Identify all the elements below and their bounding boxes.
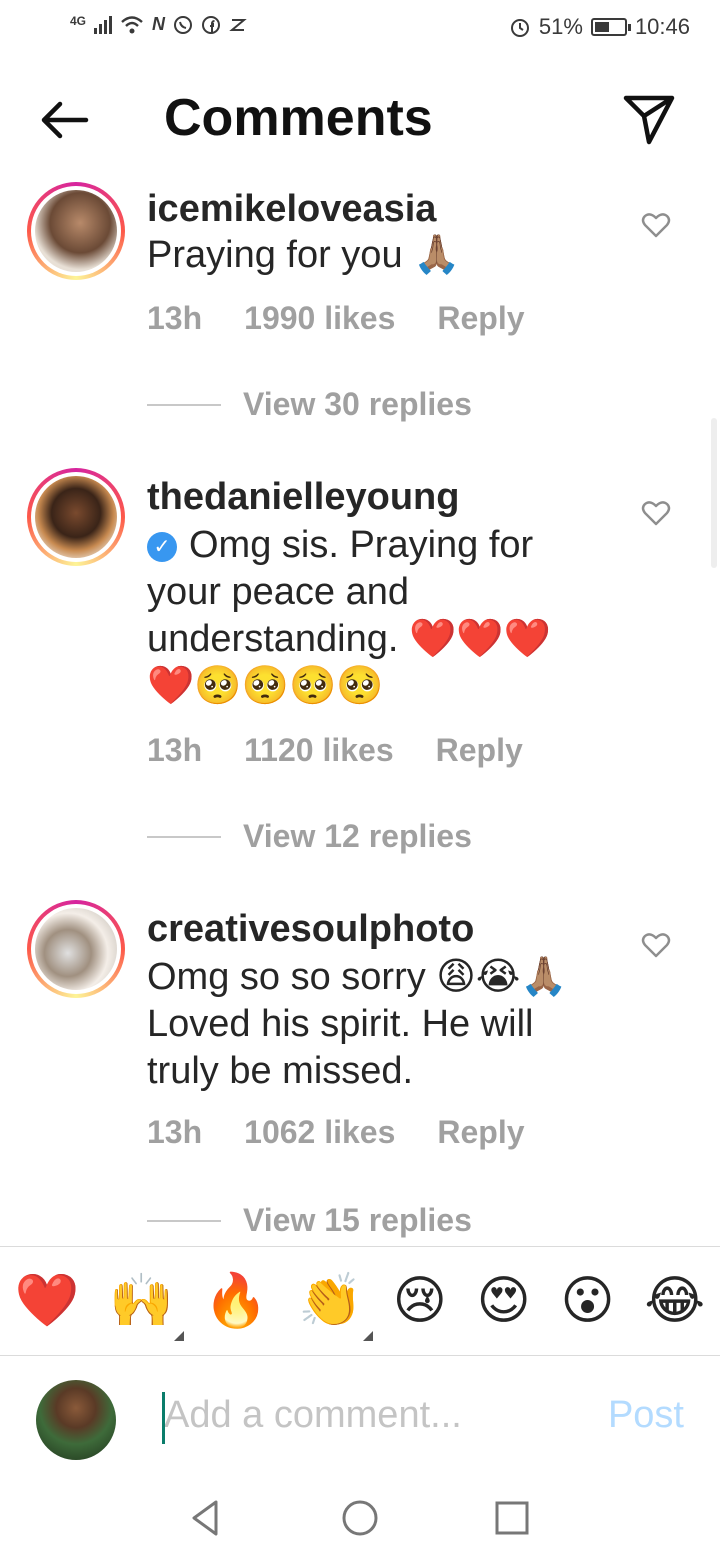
comment-time: 13h [147,732,203,768]
emoji-laughing-button[interactable]: 😂 [644,1271,705,1331]
comment-composer: Add a comment... Post [0,1358,720,1478]
comment-meta: 13h 1062 likes Reply [147,1114,567,1151]
battery-percent: 51% [538,14,583,39]
emoji-fire-button[interactable]: 🔥 [204,1271,269,1331]
avatar[interactable] [27,900,125,998]
comment-likes[interactable]: 1990 likes [244,300,395,336]
emoji-clap-button[interactable]: 👏 [298,1271,373,1341]
avatar-image [35,190,117,272]
network-label: 4G [70,14,87,28]
wifi-icon [121,15,143,33]
comment-text: Omg so so sorry 😩😭🙏🏽 Loved his spirit. H… [147,956,568,1092]
skin-tone-indicator-icon [174,1331,185,1341]
emoji-heart-eyes-button[interactable]: 😍 [477,1271,531,1331]
back-triangle-icon[interactable] [186,1498,226,1538]
reply-button[interactable]: Reply [437,300,524,336]
scrollbar[interactable] [711,418,717,568]
divider-line [147,1219,221,1222]
comment-username[interactable]: icemikeloveasia [147,188,436,231]
reply-button[interactable]: Reply [436,732,523,768]
clock: 10:46 [634,14,690,39]
status-left: 4G N [70,14,247,35]
emoji-raised-hands-button[interactable]: 🙌 [109,1271,185,1341]
n-icon: N [152,14,166,34]
view-replies-label[interactable]: View 15 replies [243,1202,472,1239]
heart-icon[interactable] [641,930,671,960]
verified-badge-icon: ✓ [147,531,177,562]
comment-username[interactable]: thedanielleyoung [147,476,459,519]
comment-username[interactable]: creativesoulphoto [147,908,474,951]
paper-plane-icon[interactable] [622,92,676,146]
system-nav-bar [0,1478,720,1560]
divider-line [147,403,221,406]
reply-button[interactable]: Reply [437,1114,524,1150]
comment-time: 13h [147,1114,203,1150]
view-replies-label[interactable]: View 30 replies [243,386,472,423]
whatsapp-icon [174,15,193,34]
comment-text: Praying for you 🙏🏽 [147,234,461,276]
status-right: 51% 10:46 [509,14,690,40]
avatar-image [35,476,117,558]
recents-square-icon[interactable] [492,1498,532,1538]
avatar[interactable] [27,468,125,566]
heart-icon[interactable] [641,498,671,528]
comment-time: 13h [147,300,203,336]
view-replies[interactable]: View 15 replies [147,1202,472,1239]
emoji-heart-button[interactable]: ❤️ [15,1271,80,1331]
emoji-crying-button[interactable]: 😢 [393,1271,447,1331]
comment-text-block: ✓ Omg sis. Praying for your peace and und… [147,522,587,710]
heart-icon[interactable] [641,210,671,240]
emoji-surprised-button[interactable]: 😮 [560,1271,614,1331]
comment-meta: 13h 1990 likes Reply [147,300,567,337]
divider-line [147,835,221,838]
comment-text: Omg sis. Praying for your peace and unde… [147,524,551,707]
comment-input[interactable]: Add a comment... [164,1394,462,1437]
view-replies-label[interactable]: View 12 replies [243,818,472,855]
emoji-clap-label: 👏 [298,1272,363,1330]
comment-likes[interactable]: 1062 likes [244,1114,395,1150]
alarm-icon [510,19,529,37]
post-button[interactable]: Post [608,1394,684,1437]
emoji-raised-hands-label: 🙌 [109,1272,175,1330]
view-replies[interactable]: View 12 replies [147,818,472,855]
avatar[interactable] [27,182,125,280]
comment-item: icemikeloveasia Praying for you 🙏🏽 13h 19… [0,180,720,430]
app-icon [229,18,247,31]
home-circle-icon[interactable] [340,1498,380,1538]
header: Comments [0,70,720,170]
text-cursor [162,1392,165,1444]
user-avatar[interactable] [36,1380,116,1460]
comment-meta: 13h 1120 likes Reply [147,732,565,769]
emoji-reaction-bar: ❤️ 🙌 🔥 👏 😢 😍 😮 😂 [0,1246,720,1356]
comment-item: creativesoulphoto Omg so so sorry 😩😭🙏🏽 L… [0,900,720,1245]
page-title: Comments [164,89,433,147]
comment-likes[interactable]: 1120 likes [244,732,393,768]
view-replies[interactable]: View 30 replies [147,386,472,423]
battery-icon [590,18,631,36]
skin-tone-indicator-icon [362,1331,373,1341]
signal-icon [94,15,113,34]
comment-item: thedanielleyoung ✓ Omg sis. Praying for y… [0,468,720,868]
facebook-icon [202,15,221,34]
arrow-left-icon[interactable] [34,90,94,150]
avatar-image [35,908,117,990]
status-bar: 4G N 51% 10:46 [0,0,720,56]
